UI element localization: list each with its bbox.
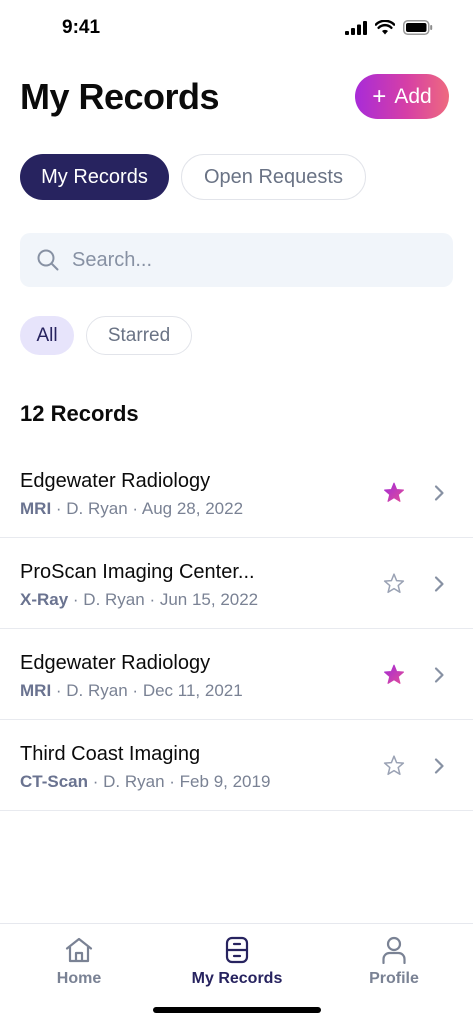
tab-label: My Records	[41, 165, 148, 188]
page-title: My Records	[20, 76, 220, 117]
record-row[interactable]: Third Coast Imaging CT-Scan · D. Ryan · …	[0, 720, 473, 811]
record-meta: MRI · D. Ryan · Aug 28, 2022	[20, 499, 244, 518]
nav-item-my-records[interactable]: My Records	[177, 936, 297, 988]
record-meta: X-Ray · D. Ryan · Jun 15, 2022	[20, 590, 259, 609]
record-row[interactable]: Edgewater Radiology MRI · D. Ryan · Aug …	[0, 447, 473, 538]
chip-label: All	[36, 324, 58, 346]
record-type: MRI	[20, 681, 52, 700]
chevron-right-icon[interactable]	[433, 666, 445, 684]
filter-chip-starred[interactable]: Starred	[86, 316, 192, 355]
search-icon	[37, 249, 59, 271]
records-icon	[225, 936, 249, 964]
record-date: Dec 11, 2021	[142, 681, 243, 700]
nav-item-profile[interactable]: Profile	[334, 936, 454, 988]
plus-icon: +	[372, 82, 387, 110]
star-outline-icon[interactable]	[382, 572, 406, 596]
search-input[interactable]	[72, 248, 432, 272]
record-meta: CT-Scan · D. Ryan · Feb 9, 2019	[20, 772, 271, 791]
records-count: 12 Records	[20, 401, 139, 426]
star-filled-icon[interactable]	[382, 481, 406, 505]
record-type: X-Ray	[20, 590, 69, 609]
record-row[interactable]: Edgewater Radiology MRI · D. Ryan · Dec …	[0, 629, 473, 720]
record-date: Feb 9, 2019	[179, 772, 271, 791]
wifi-icon	[375, 20, 395, 35]
record-list: Edgewater Radiology MRI · D. Ryan · Aug …	[0, 447, 473, 811]
record-doctor: D. Ryan	[83, 590, 145, 609]
chevron-right-icon[interactable]	[433, 484, 445, 502]
search-box[interactable]	[20, 233, 453, 287]
record-type: MRI	[20, 499, 52, 518]
nav-label: My Records	[191, 970, 283, 987]
nav-label: Home	[56, 970, 102, 987]
record-name: Edgewater Radiology	[20, 652, 211, 674]
chip-label: Starred	[107, 324, 171, 346]
record-doctor: D. Ryan	[103, 772, 165, 791]
record-meta: MRI · D. Ryan · Dec 11, 2021	[20, 681, 243, 700]
profile-icon	[382, 936, 406, 964]
star-filled-icon[interactable]	[382, 663, 406, 687]
status-time: 9:41	[62, 17, 101, 38]
add-button-label: Add	[394, 84, 432, 108]
nav-item-home[interactable]: Home	[19, 936, 139, 988]
status-bar: 9:41	[0, 0, 473, 56]
home-icon	[65, 937, 93, 963]
record-doctor: D. Ryan	[66, 499, 128, 518]
star-outline-icon[interactable]	[382, 754, 406, 778]
battery-icon	[403, 20, 433, 35]
chevron-right-icon[interactable]	[433, 757, 445, 775]
status-icons	[345, 20, 433, 35]
record-date: Jun 15, 2022	[159, 590, 259, 609]
nav-label: Profile	[369, 970, 419, 987]
record-name: ProScan Imaging Center...	[20, 561, 255, 583]
tab-open-requests[interactable]: Open Requests	[181, 154, 366, 200]
chevron-right-icon[interactable]	[433, 575, 445, 593]
tab-my-records[interactable]: My Records	[20, 154, 169, 200]
record-name: Edgewater Radiology	[20, 470, 211, 492]
home-indicator	[153, 1007, 321, 1013]
tab-label: Open Requests	[204, 165, 343, 188]
signal-icon	[345, 20, 367, 35]
record-doctor: D. Ryan	[66, 681, 128, 700]
record-row[interactable]: ProScan Imaging Center... X-Ray · D. Rya…	[0, 538, 473, 629]
screen: 9:41 My Records + Add My Records Open Re…	[0, 0, 473, 1024]
record-name: Third Coast Imaging	[20, 743, 201, 765]
add-button[interactable]: + Add	[355, 74, 449, 119]
filter-chip-all[interactable]: All	[20, 316, 74, 355]
record-type: CT-Scan	[20, 772, 89, 791]
record-date: Aug 28, 2022	[141, 499, 244, 518]
